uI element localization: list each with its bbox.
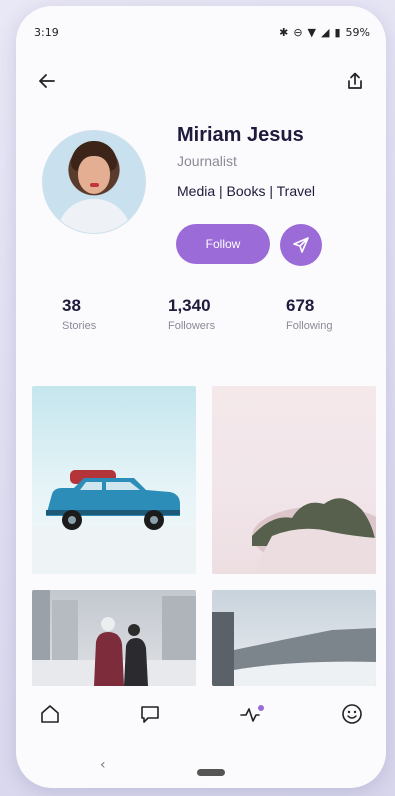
nav-back-chevron-icon[interactable]: ‹ [100, 757, 106, 773]
stat-label: Stories [62, 320, 97, 332]
tab-home[interactable] [36, 700, 64, 728]
stat-value: 678 [286, 296, 315, 315]
tab-messages[interactable] [136, 700, 164, 728]
home-icon [41, 705, 59, 723]
bluetooth-icon: ✱ [279, 26, 289, 39]
mountain-image [212, 386, 376, 574]
send-message-button[interactable] [280, 224, 322, 266]
sync-icon: ⊖ [293, 26, 303, 39]
photo-tile-mountain[interactable] [212, 386, 376, 574]
share-button[interactable] [342, 68, 368, 94]
profile-tags: Media | Books | Travel [177, 183, 315, 199]
arrow-left-icon [39, 74, 55, 88]
battery-icon: ▮ [334, 26, 341, 39]
stat-stories[interactable]: 38 Stories [62, 296, 96, 332]
avatar[interactable] [42, 130, 146, 234]
stat-label: Followers [168, 320, 216, 332]
stat-followers[interactable]: 1,340 Followers [168, 296, 215, 332]
status-icons: ✱ ⊖ ▼ ◢ ▮ 59% [279, 26, 370, 39]
status-bar: 3:19 ✱ ⊖ ▼ ◢ ▮ 59% [16, 26, 386, 44]
share-icon [348, 72, 362, 89]
tab-profile[interactable] [338, 700, 366, 728]
stat-following[interactable]: 678 Following [286, 296, 332, 332]
stat-value: 1,340 [168, 296, 211, 315]
car-image [32, 470, 196, 574]
back-button[interactable] [34, 68, 60, 94]
stat-value: 38 [62, 296, 81, 315]
battery-percent: 59% [345, 26, 370, 39]
bottom-tab-bar [16, 686, 386, 742]
photo-tile-car[interactable] [32, 386, 196, 574]
system-nav-bar: ‹ [16, 746, 386, 786]
signal-icon: ◢ [321, 26, 330, 39]
photo-tile-castle[interactable] [212, 590, 376, 686]
follow-button[interactable]: Follow [176, 224, 270, 264]
stat-label: Following [286, 320, 333, 332]
message-icon [141, 706, 159, 723]
profile-name: Miriam Jesus [177, 124, 304, 146]
status-time: 3:19 [34, 26, 59, 39]
smiley-icon [342, 704, 362, 724]
phone-screen: 3:19 ✱ ⊖ ▼ ◢ ▮ 59% Miriam Jesus Journali… [16, 6, 386, 788]
send-icon [293, 237, 309, 253]
castle-image [212, 612, 376, 686]
nav-home-pill[interactable] [197, 769, 225, 776]
couple-image [32, 590, 196, 686]
wifi-icon: ▼ [307, 26, 317, 39]
activity-icon [240, 705, 264, 722]
tab-activity[interactable] [238, 700, 266, 728]
profile-role: Journalist [177, 153, 237, 169]
photo-tile-couple[interactable] [32, 590, 196, 686]
